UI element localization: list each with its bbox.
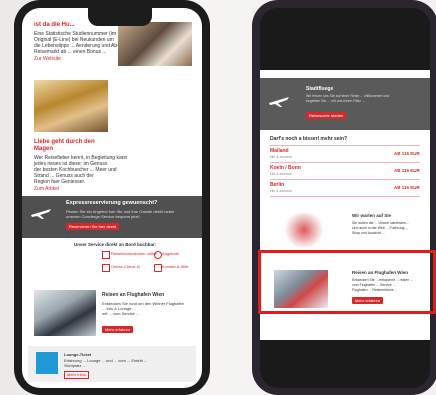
service-link-info[interactable]: Reiseinformationen online — [111, 251, 157, 257]
service-link-checkin[interactable]: Online-Check-In — [111, 264, 140, 270]
reservation-banner: Expressreservierung gewuenscht? Planen S… — [22, 196, 202, 238]
airport-article-text-line3: mit ... vom Service ... — [102, 311, 140, 316]
services-title: Unser Service direkt an Bord buchbar: — [74, 242, 157, 247]
offer-price-3[interactable]: AB 115 EUR — [394, 185, 420, 191]
info-icon — [102, 251, 110, 259]
airplane-icon — [269, 97, 289, 107]
service-link-contact[interactable]: Kontakt & Hilfe — [162, 264, 188, 270]
flights-header-banner: Stadtfluege Wir freuen uns Sie auf einer… — [260, 78, 430, 130]
article-heading-2-line2[interactable]: Magen — [34, 146, 53, 153]
checkin-icon — [102, 264, 110, 272]
lounge-logo — [36, 352, 58, 374]
flight-search-button[interactable]: Reisesuche starten — [306, 112, 347, 119]
article-link-2[interactable]: Zum Artikel — [34, 186, 59, 192]
article-image-1 — [118, 22, 192, 66]
article-text-1-line4: Reisemarkt ab ... einen Bonus ... — [34, 49, 107, 55]
airplane-icon — [31, 209, 51, 219]
item1-title: Wir warten auf Sie — [352, 213, 391, 218]
offer-divider — [270, 196, 420, 197]
offer-price-1[interactable]: AB 115 EUR — [394, 151, 420, 157]
offer-sub-1: Hin & zurueck — [270, 155, 292, 159]
article-heading-1[interactable]: ist da die Hu... — [34, 22, 75, 28]
offer-divider — [270, 162, 420, 163]
offer-divider — [270, 145, 420, 146]
item1-text-line3: Shop und Aussicht ... — [352, 231, 385, 235]
offer-sub-2: Hin & zurueck — [270, 172, 292, 176]
article-link-1[interactable]: Zur Website — [34, 56, 61, 62]
article-heading-2-line1[interactable]: Liebe geht durch den — [34, 139, 95, 146]
phone-notch — [88, 8, 152, 26]
article-text-2-line5: Region fuer Geniesser. — [34, 179, 86, 185]
offers-icon — [154, 251, 162, 259]
lounge-more-button[interactable]: Mehr Infos — [64, 371, 89, 379]
lounge-text-line2: Sichtplatz ... — [64, 363, 86, 368]
offer-divider — [270, 179, 420, 180]
screen-top-area — [260, 8, 430, 70]
left-phone: ist da die Hu... Eine Statistische Studi… — [14, 0, 210, 395]
offer-sub-3: Hin & zurueck — [270, 189, 292, 193]
airport-image — [34, 290, 96, 336]
banner-title: Expressreservierung gewuenscht? — [66, 200, 158, 206]
contact-icon — [154, 264, 162, 272]
left-phone-screen: ist da die Hu... Eine Statistische Studi… — [22, 8, 202, 388]
flights-header-title: Stadtfluege — [306, 86, 334, 92]
article-image-2 — [34, 80, 108, 132]
service-link-offers[interactable]: Angebote — [162, 251, 179, 257]
shopping-image — [282, 213, 326, 247]
right-phone-screen: Stadtfluege Wir freuen uns Sie auf einer… — [260, 8, 430, 388]
airport-article-title: Reisen an Flughafen Wien — [102, 292, 165, 298]
offers-title: Darf's noch a bisserl mehr sein? — [270, 136, 348, 142]
reserve-button[interactable]: Reservieren Sie hier direkt — [66, 223, 120, 230]
banner-text-line2: unseren Concierge-Service bequem jetzt! — [66, 214, 140, 219]
highlight-box — [258, 250, 436, 314]
right-phone: Stadtfluege Wir freuen uns Sie auf einer… — [252, 0, 436, 395]
airport-more-button[interactable]: Mehr erfahren — [102, 326, 134, 333]
offer-price-2[interactable]: AB 115 EUR — [394, 168, 420, 174]
flights-header-text-line2: begleiten Sie ... mit uns Ihrem Platz ..… — [306, 99, 365, 103]
